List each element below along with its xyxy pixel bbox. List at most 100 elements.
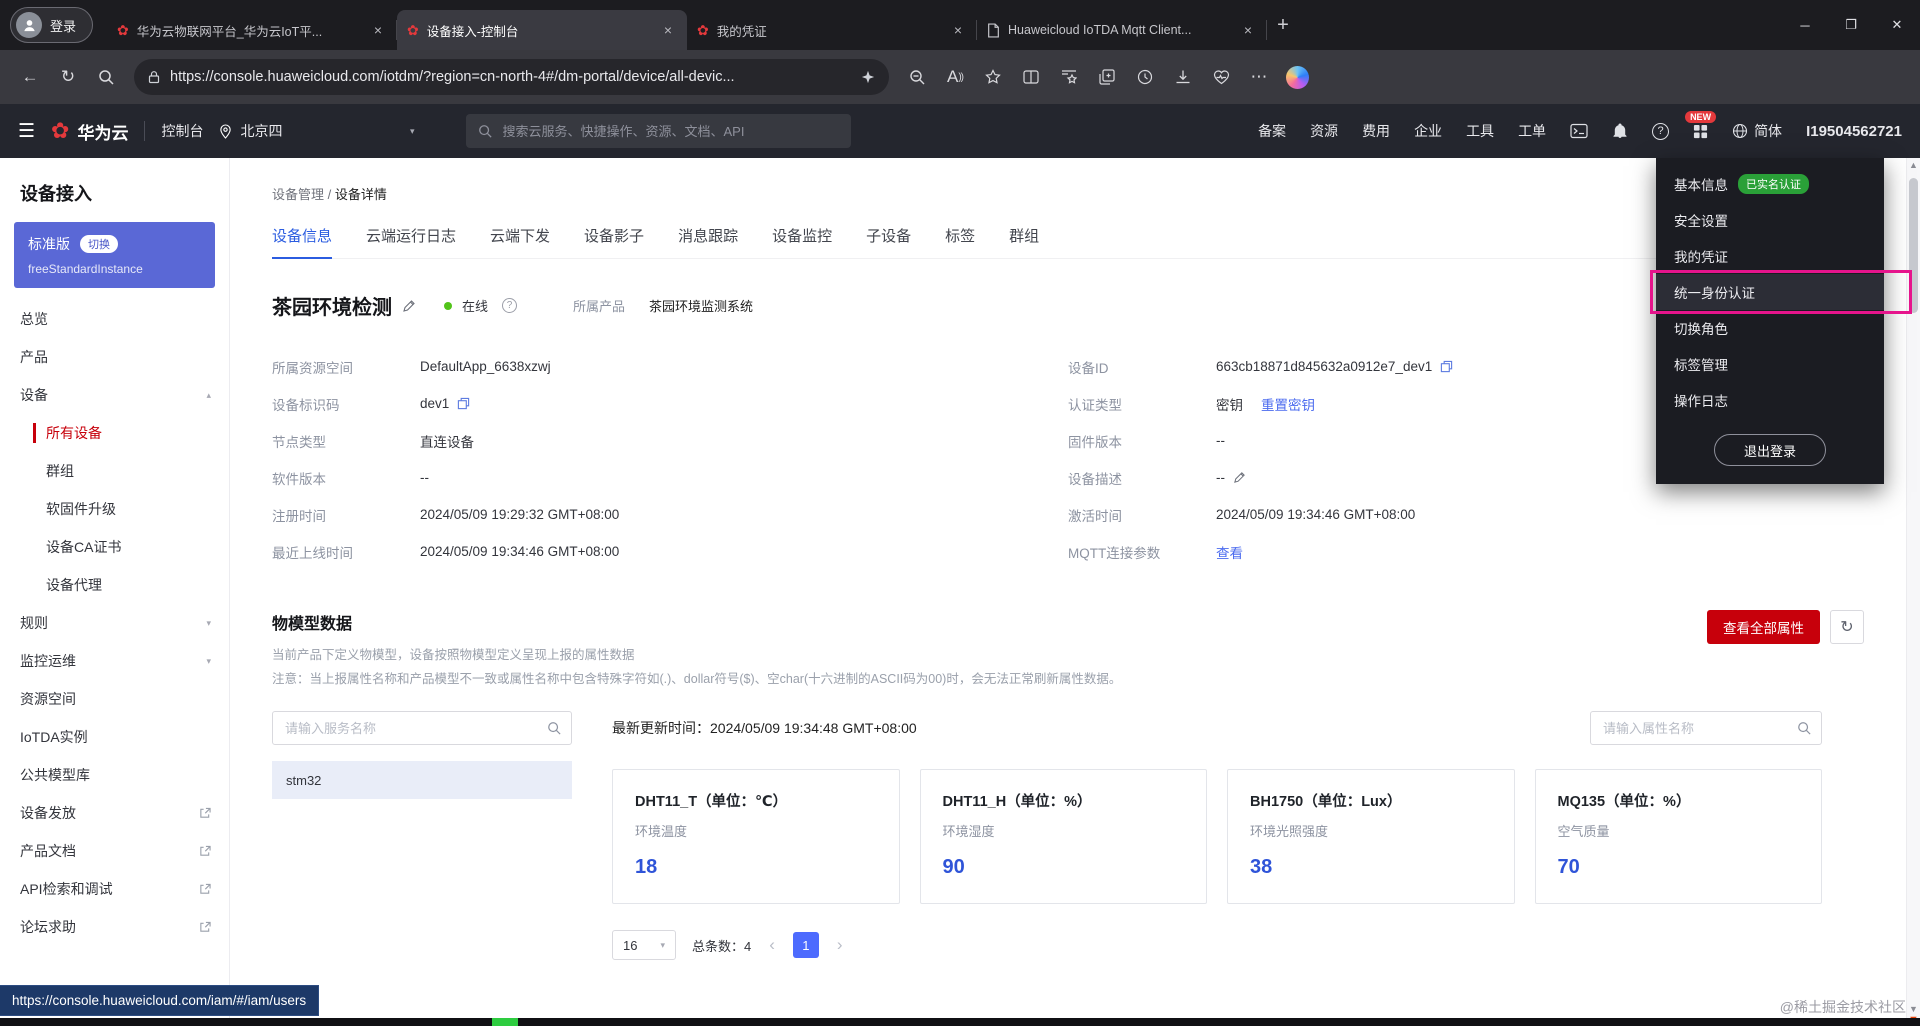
current-page-button[interactable]: 1 (793, 932, 819, 958)
menu-item-basic-info[interactable]: 基本信息 已实名认证 (1656, 166, 1884, 202)
reset-secret-link[interactable]: 重置密钥 (1261, 394, 1315, 414)
tab-device-monitoring[interactable]: 设备监控 (772, 225, 832, 258)
address-bar[interactable]: https://console.huaweicloud.com/iotdm/?r… (134, 59, 889, 95)
zoom-out-icon[interactable] (899, 59, 935, 95)
language-selector[interactable]: 简体 (1732, 121, 1782, 141)
service-search-input[interactable] (283, 720, 547, 737)
view-all-properties-button[interactable]: 查看全部属性 (1707, 610, 1820, 644)
tab-device-info[interactable]: 设备信息 (272, 225, 332, 259)
property-search[interactable] (1590, 711, 1822, 745)
menu-item-operation-log[interactable]: 操作日志 (1656, 382, 1884, 418)
breadcrumb-device-management[interactable]: 设备管理 (272, 187, 324, 202)
browser-essentials-icon[interactable] (1203, 59, 1239, 95)
tab-message-trace[interactable]: 消息跟踪 (678, 225, 738, 258)
dev-tools-icon[interactable]: NEW (1693, 124, 1708, 139)
favorites-icon[interactable] (1051, 59, 1087, 95)
copy-icon[interactable] (1440, 360, 1453, 373)
switch-instance-badge[interactable]: 切换 (80, 235, 118, 253)
menu-item-iam[interactable]: 统一身份认证 (1656, 274, 1884, 310)
menu-item-tag-management[interactable]: 标签管理 (1656, 346, 1884, 382)
property-card-dht11-h[interactable]: DHT11_H（单位：%） 环境湿度 90 (920, 769, 1208, 904)
sidebar-group-monitoring[interactable]: 监控运维 ▾ (0, 642, 229, 680)
new-tab-button[interactable]: + (1267, 9, 1299, 41)
scrollbar-thumb[interactable] (1909, 178, 1918, 313)
browser-tab-credentials[interactable]: ✿ 我的凭证 × (687, 10, 977, 50)
scroll-down-icon[interactable]: ▼ (1909, 1004, 1918, 1014)
read-aloud-icon[interactable]: A)) (937, 59, 973, 95)
menu-item-switch-role[interactable]: 切换角色 (1656, 310, 1884, 346)
prev-page-icon[interactable]: ‹ (767, 935, 777, 955)
browser-tab-mqtt-client[interactable]: Huaweicloud IoTDA Mqtt Client... × (977, 10, 1267, 50)
sidebar-item-device-provisioning[interactable]: 设备发放 (0, 794, 229, 832)
property-search-input[interactable] (1601, 720, 1797, 737)
menu-item-my-credentials[interactable]: 我的凭证 (1656, 238, 1884, 274)
maximize-button[interactable]: ❐ (1828, 0, 1874, 50)
nav-item-tools[interactable]: 工具 (1466, 121, 1494, 141)
browser-profile-button[interactable]: 登录 (10, 7, 93, 43)
menu-item-security-settings[interactable]: 安全设置 (1656, 202, 1884, 238)
logout-button[interactable]: 退出登录 (1714, 434, 1826, 466)
sidebar-item-forum-help[interactable]: 论坛求助 (0, 908, 229, 946)
browser-tab-device-console[interactable]: ✿ 设备接入-控制台 × (397, 10, 687, 50)
more-icon[interactable]: ⋯ (1241, 59, 1277, 95)
split-screen-icon[interactable] (1013, 59, 1049, 95)
tab-device-shadow[interactable]: 设备影子 (584, 225, 644, 258)
region-selector[interactable]: 北京四 ▾ (219, 121, 414, 141)
sidebar-group-rules[interactable]: 规则 ▾ (0, 604, 229, 642)
huawei-cloud-logo[interactable]: ✿ 华为云 (51, 119, 128, 144)
copilot-icon[interactable] (1279, 59, 1315, 95)
page-scrollbar[interactable]: ▲ ▼ ▼ (1906, 158, 1920, 1026)
nav-item-billing[interactable]: 费用 (1362, 121, 1390, 141)
history-icon[interactable] (1127, 59, 1163, 95)
collections-icon[interactable] (1089, 59, 1125, 95)
console-search[interactable] (466, 114, 851, 148)
sidebar-group-devices[interactable]: 设备 ▴ (0, 376, 229, 414)
console-search-input[interactable] (500, 123, 839, 140)
tab-close-icon[interactable]: × (1239, 21, 1257, 39)
sidebar-item-iotda-instances[interactable]: IoTDA实例 (0, 718, 229, 756)
tab-close-icon[interactable]: × (659, 21, 677, 39)
sidebar-item-model-library[interactable]: 公共模型库 (0, 756, 229, 794)
back-icon[interactable]: ← (12, 59, 48, 95)
sidebar-item-firmware-upgrade[interactable]: 软固件升级 (0, 490, 229, 528)
cli-terminal-icon[interactable] (1570, 123, 1588, 139)
sidebar-item-api-explorer[interactable]: API检索和调试 (0, 870, 229, 908)
search-icon[interactable] (88, 59, 124, 95)
refresh-icon[interactable]: ↻ (50, 59, 86, 95)
sidebar-item-all-devices[interactable]: 所有设备 (0, 414, 229, 452)
scroll-up-icon[interactable]: ▲ (1907, 160, 1920, 170)
property-card-dht11-t[interactable]: DHT11_T（单位：℃） 环境温度 18 (612, 769, 900, 904)
sidebar-item-resource-spaces[interactable]: 资源空间 (0, 680, 229, 718)
next-page-icon[interactable]: › (835, 935, 845, 955)
tab-child-devices[interactable]: 子设备 (866, 225, 911, 258)
tab-close-icon[interactable]: × (949, 21, 967, 39)
refresh-properties-button[interactable]: ↻ (1830, 610, 1864, 644)
help-icon[interactable]: ? (1652, 123, 1669, 140)
property-card-mq135[interactable]: MQ135（单位：%） 空气质量 70 (1535, 769, 1823, 904)
tab-groups[interactable]: 群组 (1009, 225, 1039, 258)
page-size-select[interactable]: 16 ▾ (612, 930, 676, 960)
favorite-star-icon[interactable] (975, 59, 1011, 95)
property-card-bh1750[interactable]: BH1750（单位：Lux） 环境光照强度 38 (1227, 769, 1515, 904)
sidebar-item-products[interactable]: 产品 (0, 338, 229, 376)
edit-device-name-icon[interactable] (402, 299, 416, 313)
sidebar-item-overview[interactable]: 总览 (0, 300, 229, 338)
bell-icon[interactable] (1612, 123, 1628, 139)
sidebar-item-groups[interactable]: 群组 (0, 452, 229, 490)
window-close-button[interactable]: ✕ (1874, 0, 1920, 50)
tab-tags[interactable]: 标签 (945, 225, 975, 258)
copy-icon[interactable] (457, 397, 470, 410)
tab-close-icon[interactable]: × (369, 21, 387, 39)
browser-tab-iot-platform[interactable]: ✿ 华为云物联网平台_华为云IoT平... × (107, 10, 397, 50)
downloads-icon[interactable] (1165, 59, 1201, 95)
nav-item-tickets[interactable]: 工单 (1518, 121, 1546, 141)
account-id[interactable]: I19504562721 (1806, 123, 1902, 140)
view-mqtt-params-link[interactable]: 查看 (1216, 542, 1243, 562)
nav-item-resources[interactable]: 资源 (1310, 121, 1338, 141)
address-action-icon[interactable] (861, 70, 875, 84)
product-name[interactable]: 茶园环境监测系统 (649, 296, 753, 315)
minimize-button[interactable]: ─ (1782, 0, 1828, 50)
sidebar-item-product-docs[interactable]: 产品文档 (0, 832, 229, 870)
nav-item-enterprise[interactable]: 企业 (1414, 121, 1442, 141)
edit-description-icon[interactable] (1233, 471, 1246, 484)
